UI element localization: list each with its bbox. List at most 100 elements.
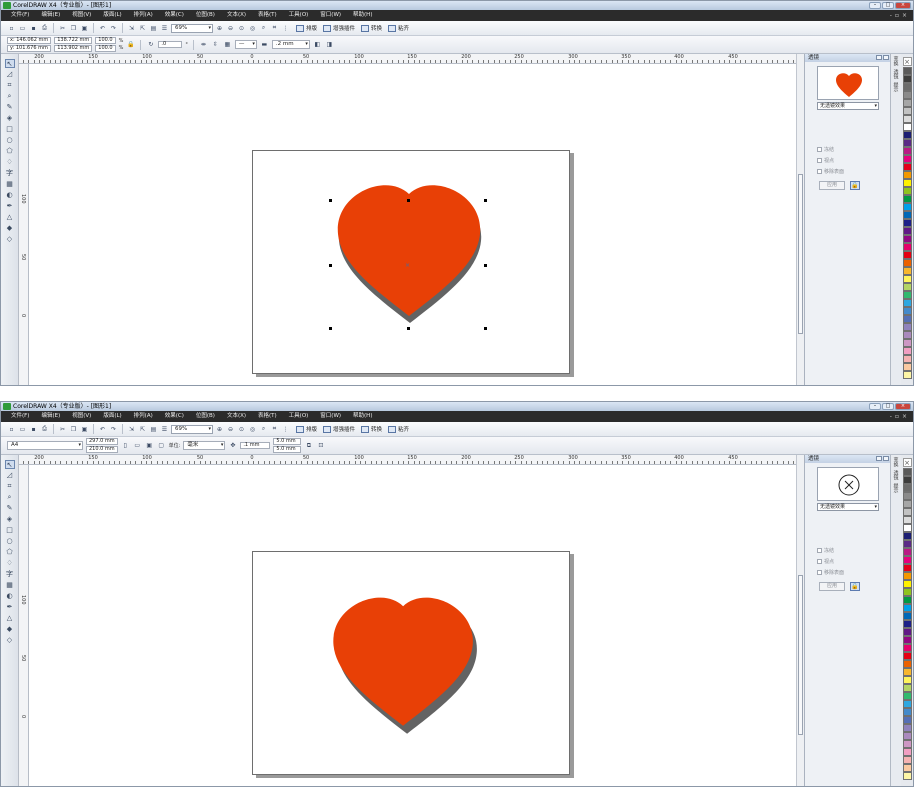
palette-swatch[interactable] [902, 347, 912, 355]
palette-swatch[interactable] [902, 83, 912, 91]
welcome-screen-icon[interactable]: ☰ [160, 24, 169, 33]
menu-help[interactable]: 帮助(H) [347, 10, 378, 21]
save-icon[interactable]: ▪ [29, 425, 38, 434]
import-icon[interactable]: ⇲ [127, 425, 136, 434]
palette-swatch[interactable] [902, 500, 912, 508]
interactive-blend-tool-icon[interactable]: ◐ [5, 191, 15, 200]
basic-shapes-tool-icon[interactable]: ♢ [5, 158, 15, 167]
copy-icon[interactable]: ❐ [69, 425, 78, 434]
outline-style-select[interactable]: — [234, 40, 257, 49]
menu-text[interactable]: 文本(X) [221, 411, 252, 422]
doc-minimize-icon[interactable]: - [890, 10, 892, 21]
menu-file[interactable]: 文件(F) [5, 411, 35, 422]
palette-swatch[interactable] [902, 211, 912, 219]
palette-swatch[interactable] [902, 652, 912, 660]
pick-tool-icon[interactable]: ↖ [4, 59, 15, 68]
enhance-plugin-button[interactable]: 增强插件 [323, 425, 355, 433]
palette-swatch[interactable] [902, 331, 912, 339]
remove-face-checkbox[interactable]: 移除表面 [817, 168, 844, 175]
zoom-in-icon[interactable]: ⊕ [215, 425, 224, 434]
basic-shapes-tool-icon[interactable]: ♢ [5, 559, 15, 568]
palette-swatch[interactable] [902, 187, 912, 195]
drawing-canvas[interactable] [29, 465, 796, 786]
docker-collapse-button[interactable] [876, 55, 882, 60]
palette-swatch[interactable] [902, 628, 912, 636]
application-launcher-icon[interactable]: ▤ [149, 425, 158, 434]
smart-fill-tool-icon[interactable]: ◈ [5, 515, 15, 524]
checkbox-box[interactable] [817, 548, 822, 553]
selection-handle[interactable] [329, 199, 332, 202]
docker-close-button[interactable] [883, 456, 889, 461]
mirror-horizontal-icon[interactable]: ⇹ [199, 40, 208, 49]
menu-text[interactable]: 文本(X) [221, 10, 252, 21]
docker-tab[interactable]: 透镜 [893, 69, 900, 79]
palette-swatch[interactable] [902, 163, 912, 171]
new-document-icon[interactable]: ▫ [7, 425, 16, 434]
duplicate-y-field[interactable]: 5.0 mm [273, 446, 302, 453]
heart-shape[interactable] [333, 597, 473, 726]
redo-icon[interactable]: ↷ [109, 24, 118, 33]
welcome-screen-icon[interactable]: ☰ [160, 425, 169, 434]
pick-tool-icon[interactable]: ↖ [4, 460, 15, 469]
menu-arrange[interactable]: 排列(A) [128, 10, 159, 21]
palette-swatch[interactable] [902, 540, 912, 548]
palette-swatch[interactable] [902, 363, 912, 371]
palette-swatch[interactable] [902, 756, 912, 764]
undo-icon[interactable]: ↶ [98, 425, 107, 434]
palette-swatch[interactable] [902, 732, 912, 740]
eyedropper-tool-icon[interactable]: ✒ [5, 603, 15, 612]
palette-swatch[interactable] [902, 275, 912, 283]
fill-tool-icon[interactable]: ◆ [5, 625, 15, 634]
doc-restore-icon[interactable]: ▫ [895, 411, 899, 422]
interactive-blend-tool-icon[interactable]: ◐ [5, 592, 15, 601]
cut-icon[interactable]: ✂ [58, 425, 67, 434]
palette-swatch[interactable] [902, 315, 912, 323]
palette-swatch[interactable] [902, 219, 912, 227]
typeset-button[interactable]: 排版 [296, 425, 317, 433]
palette-swatch[interactable] [902, 179, 912, 187]
menu-edit[interactable]: 编辑(E) [35, 10, 66, 21]
selection-handle[interactable] [407, 327, 410, 330]
units-select[interactable]: 毫米 [183, 441, 226, 450]
checkbox-box[interactable] [817, 559, 822, 564]
palette-swatch[interactable] [902, 532, 912, 540]
open-folder-icon[interactable]: ▭ [18, 425, 27, 434]
interactive-fill-tool-icon[interactable]: ◇ [5, 636, 15, 645]
palette-swatch[interactable] [902, 243, 912, 251]
zoom-selected-icon[interactable]: ⊙ [237, 425, 246, 434]
paste-icon[interactable]: ▣ [80, 425, 89, 434]
menu-edit[interactable]: 编辑(E) [35, 411, 66, 422]
palette-swatch[interactable] [902, 476, 912, 484]
zoom-tool-icon[interactable]: ⌕ [5, 493, 15, 502]
zoom-page-icon[interactable]: ⌕ [259, 425, 268, 434]
menu-effects[interactable]: 效果(C) [159, 10, 190, 21]
scrollbar-thumb[interactable] [798, 575, 803, 735]
vertical-scrollbar[interactable] [796, 455, 804, 786]
crop-icon[interactable]: ⌗ [270, 24, 279, 33]
draw-options-icon[interactable]: ⊡ [316, 441, 325, 450]
to-front-icon[interactable]: ◧ [313, 40, 322, 49]
palette-swatch[interactable] [902, 131, 912, 139]
palette-swatch[interactable] [902, 692, 912, 700]
palette-swatch[interactable] [902, 564, 912, 572]
menu-file[interactable]: 文件(F) [5, 10, 35, 21]
viewpoint-checkbox[interactable]: 视点 [817, 558, 834, 565]
palette-swatch[interactable] [902, 259, 912, 267]
snap-align-button[interactable]: 粘齐 [388, 24, 409, 32]
new-document-icon[interactable]: ▫ [7, 24, 16, 33]
viewpoint-checkbox[interactable]: 视点 [817, 157, 834, 164]
nudge-distance-field[interactable]: .1 mm [240, 442, 271, 449]
print-icon[interactable]: ⎙ [40, 425, 49, 434]
rectangle-tool-icon[interactable]: □ [5, 526, 15, 535]
menu-effects[interactable]: 效果(C) [159, 411, 190, 422]
snap-icon[interactable]: ⋮ [281, 24, 290, 33]
palette-swatch[interactable] [902, 147, 912, 155]
palette-swatch[interactable] [902, 548, 912, 556]
doc-minimize-icon[interactable]: - [890, 411, 892, 422]
docker-tab[interactable]: 变换 [893, 457, 900, 467]
docker-collapse-button[interactable] [876, 456, 882, 461]
heart-shape[interactable] [337, 185, 481, 316]
palette-swatch[interactable] [902, 484, 912, 492]
zoom-level-select[interactable]: 69% [171, 23, 213, 33]
outline-tool-icon[interactable]: △ [5, 213, 15, 222]
